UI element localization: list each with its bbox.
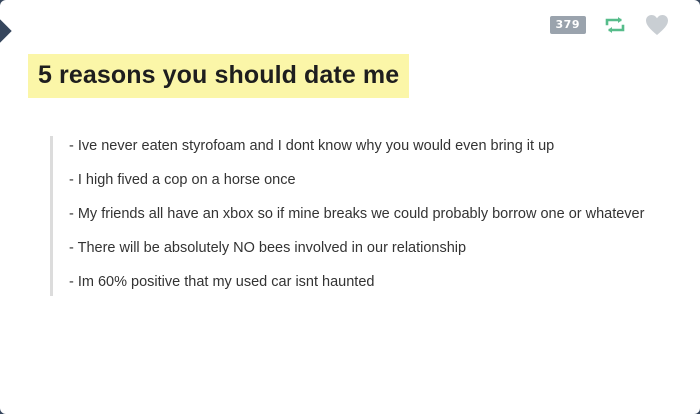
avatar-pointer — [0, 18, 12, 44]
reason-item: - My friends all have an xbox so if mine… — [69, 206, 645, 222]
heart-icon — [646, 15, 668, 35]
post-controls: 379 — [549, 12, 670, 38]
reason-item: - Im 60% positive that my used car isnt … — [69, 274, 375, 290]
post-card: 379 5 reasons you should date me - Ive n… — [0, 0, 700, 414]
reason-item: - Ive never eaten styrofoam and I dont k… — [69, 138, 555, 154]
post-title: 5 reasons you should date me — [28, 54, 410, 98]
reason-item: - There will be absolutely NO bees invol… — [69, 240, 467, 256]
post-title-wrap: 5 reasons you should date me — [28, 54, 410, 98]
reblog-icon — [605, 17, 625, 33]
note-count-badge[interactable]: 379 — [549, 16, 586, 34]
like-button[interactable] — [644, 12, 670, 38]
reason-item: - I high fived a cop on a horse once — [69, 172, 296, 188]
reblog-button[interactable] — [602, 12, 628, 38]
reasons-quote: - Ive never eaten styrofoam and I dont k… — [50, 136, 679, 296]
